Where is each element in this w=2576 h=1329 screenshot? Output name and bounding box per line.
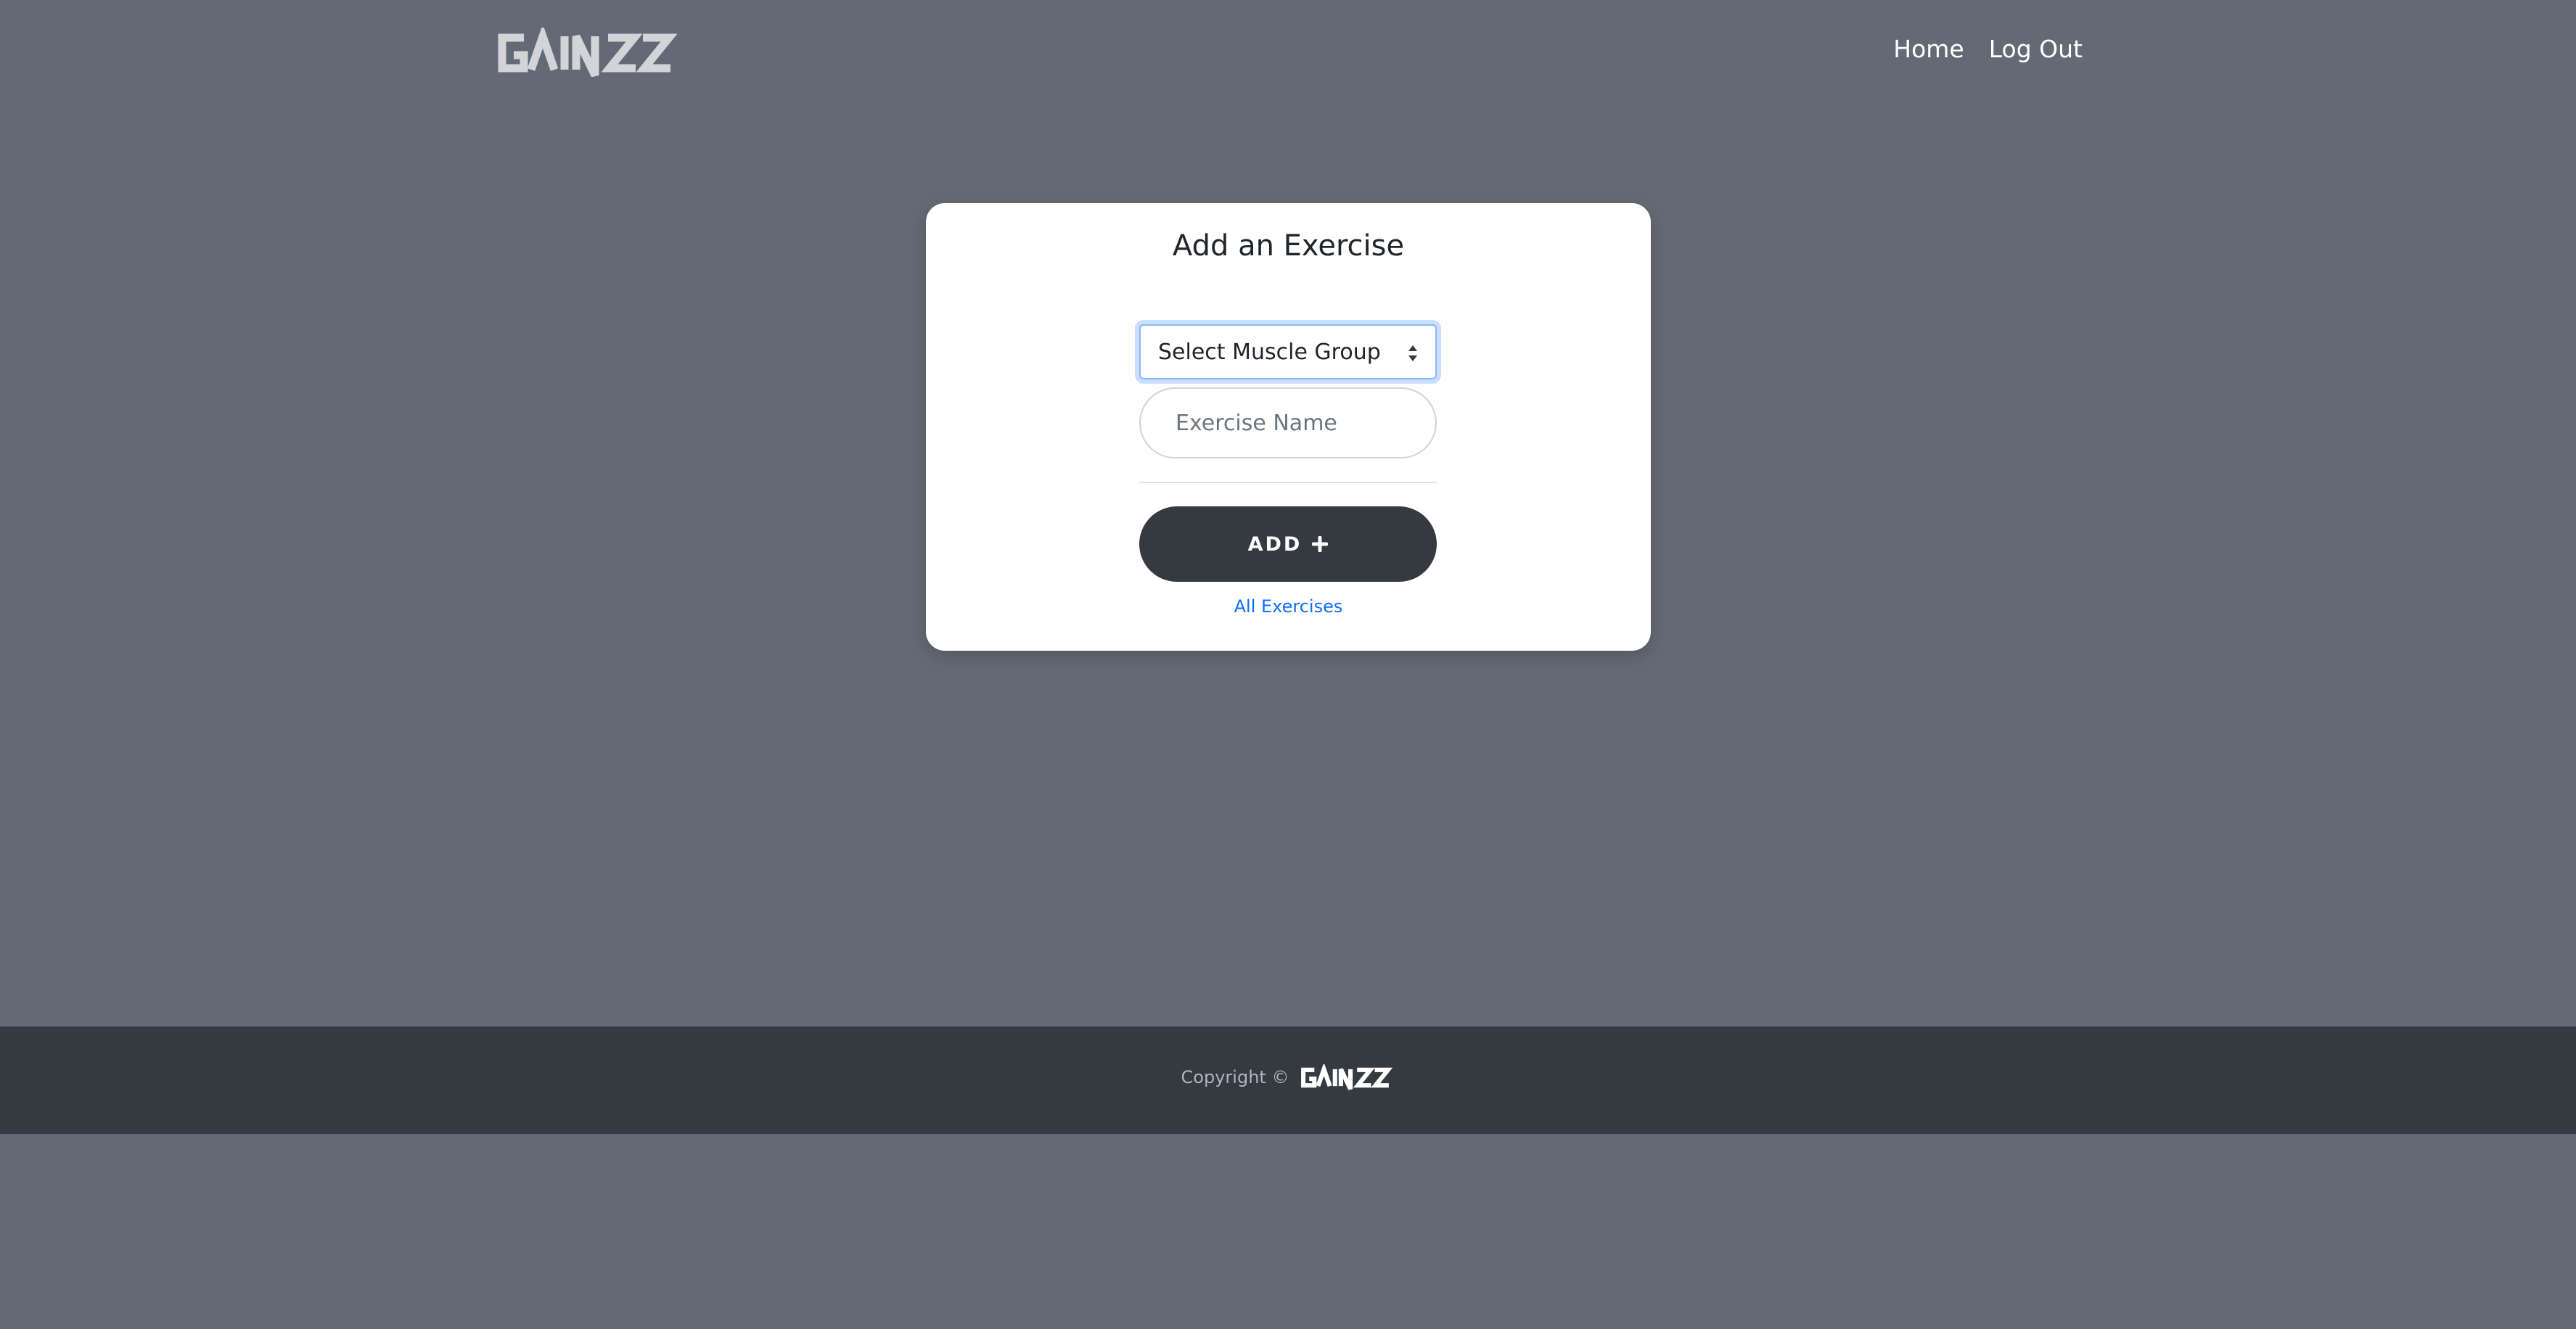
nav-home-link[interactable]: Home xyxy=(1893,33,1964,65)
card-title: Add an Exercise xyxy=(1172,229,1405,263)
muscle-group-select[interactable]: Select Muscle Group xyxy=(1139,324,1437,379)
copyright-text: Copyright © xyxy=(1181,1067,1289,1087)
gainzz-logo-image xyxy=(498,28,678,77)
gainzz-footer-logo-image xyxy=(1301,1064,1393,1090)
nav-logout-link[interactable]: Log Out xyxy=(1989,33,2083,65)
add-exercise-card: Add an Exercise Select Muscle Group ADD … xyxy=(926,203,1651,651)
add-exercise-button[interactable]: ADD xyxy=(1139,506,1437,582)
footer-content: Copyright © xyxy=(0,1064,2576,1090)
plus-icon xyxy=(1312,536,1329,552)
muscle-group-select-value: Select Muscle Group xyxy=(1158,340,1381,365)
navbar: Home Log Out xyxy=(0,0,2576,102)
footer: Copyright © xyxy=(0,1026,2576,1134)
nav-links: Home Log Out xyxy=(1893,33,2083,65)
all-exercises-link[interactable]: All Exercises xyxy=(926,596,1651,617)
brand-logo[interactable] xyxy=(493,28,682,77)
footer-brand-logo xyxy=(1299,1064,1395,1090)
divider xyxy=(1139,482,1437,483)
add-button-label: ADD xyxy=(1247,532,1303,556)
exercise-name-input[interactable] xyxy=(1139,387,1437,458)
sort-arrows-icon xyxy=(1408,345,1417,361)
